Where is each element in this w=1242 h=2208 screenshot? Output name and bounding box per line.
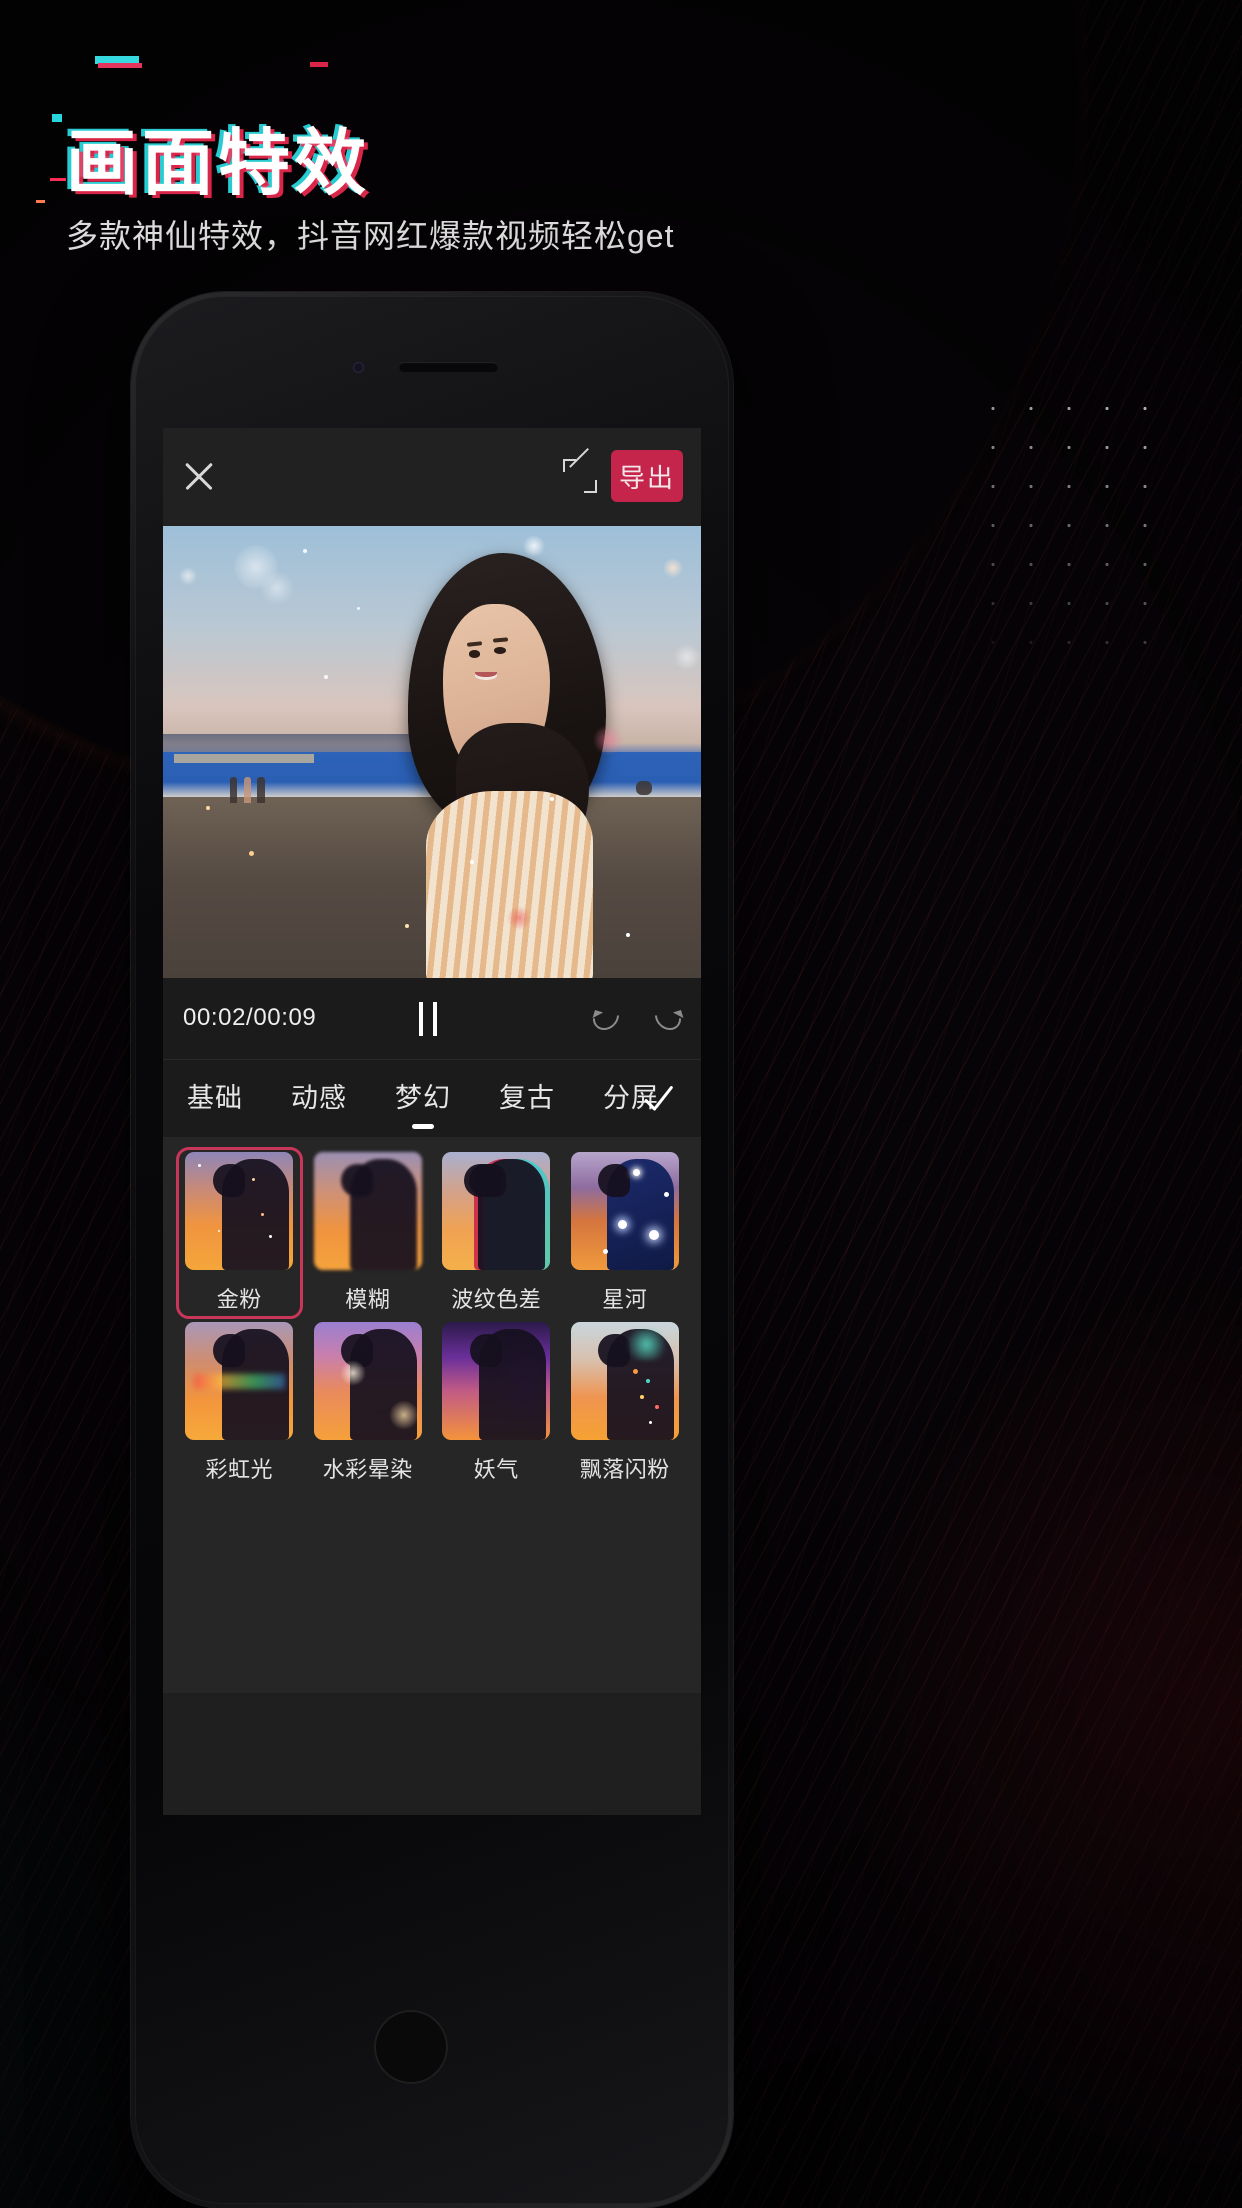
- effect-label: 彩虹光: [205, 1457, 273, 1482]
- thumb-glitter: [639, 1395, 644, 1400]
- pause-icon[interactable]: [415, 1002, 441, 1036]
- pause-bar: [419, 1002, 423, 1036]
- subject-brow: [493, 637, 509, 643]
- tab-dreamy[interactable]: 梦幻: [395, 1076, 451, 1129]
- effects-grid: 金粉 模糊 波纹色差 星河 彩虹光 水彩晕染 妖气 飘落闪粉: [176, 1147, 684, 1484]
- effect-label: 飘落闪粉: [579, 1457, 670, 1482]
- app-screen: 导出 00:02/00:09 基础 动感 梦幻 复古 分屏 金粉 模糊 波纹色差…: [163, 428, 701, 1815]
- effect-thumbnail: [442, 1152, 551, 1270]
- effect-bokeh: [507, 905, 532, 930]
- decorative-dash-orange: [36, 200, 45, 203]
- effects-panel: 金粉 模糊 波纹色差 星河 彩虹光 水彩晕染 妖气 飘落闪粉: [163, 1138, 701, 1693]
- front-camera-icon: [353, 362, 364, 373]
- earpiece-speaker: [399, 362, 498, 372]
- tab-dynamic[interactable]: 动感: [291, 1076, 347, 1121]
- decorative-dash-red: [50, 178, 66, 181]
- preview-pier: [173, 754, 314, 764]
- subject-mouth: [475, 671, 497, 680]
- tab-label: 梦幻: [395, 1083, 451, 1113]
- video-preview[interactable]: [163, 526, 701, 978]
- checkmark-icon[interactable]: [641, 1080, 681, 1120]
- effect-item-xinghe[interactable]: 星河: [567, 1152, 684, 1314]
- thumb-star: [603, 1248, 609, 1254]
- undo-icon[interactable]: [586, 998, 625, 1036]
- effect-item-jinfen[interactable]: 金粉: [176, 1147, 303, 1319]
- effect-item-mohu[interactable]: 模糊: [310, 1152, 427, 1314]
- subject-eye: [494, 646, 507, 655]
- redo-icon[interactable]: [649, 998, 690, 1036]
- thumb-star: [648, 1229, 659, 1240]
- subject-eye: [468, 650, 481, 658]
- effect-label: 模糊: [345, 1287, 391, 1312]
- preview-person: [636, 781, 653, 796]
- effect-label: 水彩晕染: [322, 1457, 413, 1482]
- preview-person: [230, 776, 238, 803]
- thumb-teal-glow: [622, 1329, 671, 1360]
- effect-bokeh: [259, 571, 294, 606]
- close-icon[interactable]: [181, 458, 217, 494]
- effect-bokeh: [663, 557, 684, 578]
- app-topbar: 导出: [163, 428, 701, 526]
- glitch-slice-cyan: [52, 114, 62, 122]
- phone-mockup: 导出 00:02/00:09 基础 动感 梦幻 复古 分屏 金粉 模糊 波纹色差…: [131, 292, 733, 2208]
- effect-label: 妖气: [473, 1457, 519, 1482]
- preview-person: [243, 776, 251, 803]
- effect-item-shuicaiyunran[interactable]: 水彩晕染: [310, 1322, 427, 1484]
- effect-thumbnail: [313, 1322, 422, 1440]
- tab-basic[interactable]: 基础: [187, 1076, 243, 1121]
- effect-thumbnail: [185, 1322, 294, 1440]
- thumb-glitter: [648, 1421, 652, 1425]
- effect-item-caihongguang[interactable]: 彩虹光: [181, 1322, 298, 1484]
- effect-sparkle: [302, 548, 307, 553]
- effect-item-yaoqi[interactable]: 妖气: [438, 1322, 555, 1484]
- effect-selected-frame: [176, 1147, 303, 1319]
- effect-item-piaoluoshanfen[interactable]: 飘落闪粉: [567, 1322, 684, 1484]
- tab-label: 复古: [499, 1083, 555, 1113]
- decorative-accent-bar: [95, 56, 142, 68]
- decorative-dot-grid: [970, 385, 1180, 655]
- thumb-silhouette: [469, 1329, 546, 1440]
- effect-bokeh: [179, 566, 198, 585]
- time-display: 00:02/00:09: [183, 1004, 317, 1031]
- tab-label: 动感: [291, 1083, 347, 1113]
- thumb-star: [663, 1192, 669, 1198]
- fullscreen-icon[interactable]: [563, 459, 597, 493]
- fullscreen-arrow: [570, 466, 590, 486]
- subject-shirt: [425, 791, 594, 978]
- effect-item-bowenseca[interactable]: 波纹色差: [438, 1152, 555, 1314]
- effect-thumbnail: [313, 1152, 422, 1270]
- tab-label: 基础: [187, 1083, 243, 1113]
- effect-sparkle: [625, 932, 630, 937]
- thumb-silhouette: [341, 1159, 418, 1270]
- promo-headline: 画面特效 画面特效 画面特效: [52, 114, 370, 203]
- effect-label: 星河: [602, 1287, 648, 1312]
- effect-label: 波纹色差: [451, 1287, 542, 1312]
- page-title-main-layer: 画面特效: [66, 124, 371, 204]
- export-button[interactable]: 导出: [611, 450, 683, 502]
- thumb-glitter: [654, 1404, 659, 1409]
- effect-thumbnail: [570, 1322, 679, 1440]
- tab-retro[interactable]: 复古: [499, 1076, 555, 1121]
- subject-brow: [467, 640, 483, 647]
- effect-thumbnail: [570, 1152, 679, 1270]
- thumb-silhouette: [469, 1159, 546, 1270]
- thumb-silhouette: [598, 1159, 675, 1270]
- promo-page: 画面特效 画面特效 画面特效 多款神仙特效，抖音网红爆款视频轻松get 导出 0…: [0, 0, 1242, 2208]
- page-subtitle: 多款神仙特效，抖音网红爆款视频轻松get: [66, 218, 675, 254]
- effect-sparkle: [405, 923, 410, 928]
- home-button[interactable]: [374, 2010, 448, 2084]
- page-title: 画面特效 画面特效 画面特效: [52, 114, 370, 203]
- tab-active-underline: [412, 1124, 434, 1129]
- effect-category-tabs: 基础 动感 梦幻 复古 分屏: [163, 1060, 701, 1138]
- effect-bokeh: [674, 643, 701, 670]
- thumb-rainbow-band: [193, 1373, 285, 1390]
- preview-person: [257, 776, 266, 803]
- thumb-bokeh: [339, 1359, 366, 1386]
- pause-bar: [433, 1002, 437, 1036]
- player-controls: 00:02/00:09: [163, 978, 701, 1060]
- thumb-star: [633, 1168, 641, 1176]
- glitch-slice-red: [310, 62, 328, 67]
- effect-thumbnail: [442, 1322, 551, 1440]
